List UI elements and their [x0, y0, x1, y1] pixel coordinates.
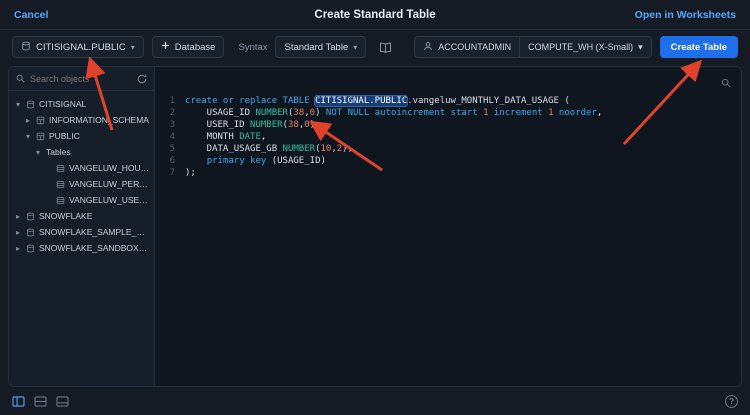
- search-icon: [16, 70, 25, 88]
- table-icon: [56, 164, 65, 173]
- syntax-selector[interactable]: Standard Table ▾: [275, 36, 366, 58]
- tree-item-vangeluw_users[interactable]: VANGELUW_USERS: [9, 192, 154, 208]
- tree-item-label: SNOWFLAKE_SAMPLE_DATA: [39, 227, 150, 237]
- search-input[interactable]: [30, 74, 132, 84]
- chevron-right-icon[interactable]: ▸: [24, 116, 32, 125]
- code-text: );: [185, 167, 196, 179]
- sql-editor[interactable]: 1create or replace TABLE CITISIGNAL.PUBL…: [155, 67, 741, 386]
- role-value: ACCOUNTADMIN: [438, 42, 511, 52]
- tree-item-label: CITISIGNAL: [39, 99, 86, 109]
- toolbar: CITISIGNAL.PUBLIC ▾ Database Syntax Stan…: [0, 30, 750, 64]
- code-text: MONTH DATE,: [185, 131, 266, 143]
- object-explorer: ▾ CITISIGNAL ▸ INFORMATION_SCHEMA ▾ PUBLIC ▾ Ta…: [9, 67, 155, 386]
- database-icon: [26, 228, 35, 237]
- chevron-down-icon: ▾: [353, 43, 357, 52]
- line-number: 3: [155, 119, 185, 131]
- chevron-right-icon[interactable]: ▸: [14, 244, 22, 253]
- chevron-down-icon: ▾: [131, 43, 135, 52]
- tree-item-label: SNOWFLAKE_SANDBOX_DB: [39, 243, 150, 253]
- line-number: 1: [155, 95, 185, 107]
- database-selector[interactable]: CITISIGNAL.PUBLIC ▾: [12, 36, 144, 58]
- sql-code: 1create or replace TABLE CITISIGNAL.PUBL…: [155, 67, 741, 179]
- create-table-button[interactable]: Create Table: [660, 36, 738, 58]
- schema-icon: [36, 132, 45, 141]
- code-line: 1create or replace TABLE CITISIGNAL.PUBL…: [155, 95, 741, 107]
- editor-search-icon[interactable]: [721, 75, 731, 93]
- objects-panel-toggle-icon[interactable]: [12, 396, 25, 407]
- chevron-down-icon: ▾: [638, 42, 643, 53]
- database-icon: [26, 100, 35, 109]
- chevron-down-icon[interactable]: ▾: [24, 132, 32, 141]
- editor-panel-toggle-icon[interactable]: [34, 396, 47, 407]
- code-line: 4 MONTH DATE,: [155, 131, 741, 143]
- title-bar: Cancel Create Standard Table Open in Wor…: [0, 0, 750, 30]
- code-text: create or replace TABLE CITISIGNAL.PUBLI…: [185, 95, 570, 107]
- user-icon: [423, 41, 433, 53]
- code-line: 2 USAGE_ID NUMBER(38,0) NOT NULL autoinc…: [155, 107, 741, 119]
- code-line: 3 USER_ID NUMBER(38,0),: [155, 119, 741, 131]
- object-search: [9, 67, 154, 91]
- line-number: 6: [155, 155, 185, 167]
- warehouse-value: COMPUTE_WH (X-Small): [528, 42, 633, 52]
- object-tree: ▾ CITISIGNAL ▸ INFORMATION_SCHEMA ▾ PUBLIC ▾ Ta…: [9, 91, 154, 256]
- footer-bar: ?: [0, 387, 750, 415]
- chevron-down-icon[interactable]: ▾: [34, 148, 42, 157]
- tree-item-public[interactable]: ▾ PUBLIC: [9, 128, 154, 144]
- chevron-right-icon[interactable]: ▸: [14, 212, 22, 221]
- cancel-link[interactable]: Cancel: [14, 9, 48, 21]
- syntax-selector-value: Standard Table: [284, 42, 348, 53]
- database-selector-value: CITISIGNAL.PUBLIC: [36, 42, 126, 53]
- schema-icon: [36, 116, 45, 125]
- tree-item-label: VANGELUW_USERS: [69, 195, 150, 205]
- tree-item-label: VANGELUW_HOUSEHOLDS: [69, 163, 150, 173]
- chevron-down-icon[interactable]: ▾: [14, 100, 22, 109]
- line-number: 4: [155, 131, 185, 143]
- tree-item-label: INFORMATION_SCHEMA: [49, 115, 149, 125]
- line-number: 5: [155, 143, 185, 155]
- context-selector: ACCOUNTADMIN COMPUTE_WH (X-Small) ▾: [414, 36, 651, 58]
- add-database-label: Database: [175, 42, 216, 53]
- table-icon: [56, 196, 65, 205]
- tree-item-label: SNOWFLAKE: [39, 211, 92, 221]
- help-icon[interactable]: ?: [725, 395, 738, 408]
- tree-item-vangeluw_persons[interactable]: VANGELUW_PERSONS: [9, 176, 154, 192]
- code-line: 6 primary key (USAGE_ID): [155, 155, 741, 167]
- line-number: 2: [155, 107, 185, 119]
- table-icon: [56, 180, 65, 189]
- code-line: 7);: [155, 167, 741, 179]
- create-table-window: Cancel Create Standard Table Open in Wor…: [0, 0, 750, 415]
- tree-item-vangeluw_households[interactable]: VANGELUW_HOUSEHOLDS: [9, 160, 154, 176]
- chevron-right-icon[interactable]: ▸: [14, 228, 22, 237]
- tree-item-snowflake_sample_data[interactable]: ▸ SNOWFLAKE_SAMPLE_DATA: [9, 224, 154, 240]
- database-icon: [26, 244, 35, 253]
- warehouse-selector[interactable]: COMPUTE_WH (X-Small) ▾: [519, 37, 651, 57]
- tree-item-snowflake_sandbox_db[interactable]: ▸ SNOWFLAKE_SANDBOX_DB: [9, 240, 154, 256]
- code-text: DATA_USAGE_GB NUMBER(10,2),: [185, 143, 353, 155]
- results-panel-toggle-icon[interactable]: [56, 396, 69, 407]
- tree-item-snowflake[interactable]: ▸ SNOWFLAKE: [9, 208, 154, 224]
- tree-item-citisignal[interactable]: ▾ CITISIGNAL: [9, 96, 154, 112]
- code-text: USAGE_ID NUMBER(38,0) NOT NULL autoincre…: [185, 107, 602, 119]
- add-database-button[interactable]: Database: [152, 36, 225, 58]
- plus-icon: [161, 41, 170, 53]
- code-text: primary key (USAGE_ID): [185, 155, 326, 167]
- line-number: 7: [155, 167, 185, 179]
- tree-item-label: PUBLIC: [49, 131, 80, 141]
- tree-item-label: VANGELUW_PERSONS: [69, 179, 150, 189]
- open-in-worksheets-link[interactable]: Open in Worksheets: [635, 9, 736, 21]
- syntax-label: Syntax: [238, 42, 267, 53]
- role-selector[interactable]: ACCOUNTADMIN: [415, 37, 519, 57]
- code-text: USER_ID NUMBER(38,0),: [185, 119, 321, 131]
- code-line: 5 DATA_USAGE_GB NUMBER(10,2),: [155, 143, 741, 155]
- tree-item-label: Tables: [46, 147, 71, 157]
- database-icon: [26, 212, 35, 221]
- main-content: ▾ CITISIGNAL ▸ INFORMATION_SCHEMA ▾ PUBLIC ▾ Ta…: [8, 66, 742, 387]
- database-icon: [21, 41, 31, 54]
- docs-icon[interactable]: [374, 36, 396, 58]
- tree-item-tables[interactable]: ▾ Tables: [9, 144, 154, 160]
- tree-item-information_schema[interactable]: ▸ INFORMATION_SCHEMA: [9, 112, 154, 128]
- refresh-icon[interactable]: [137, 74, 147, 84]
